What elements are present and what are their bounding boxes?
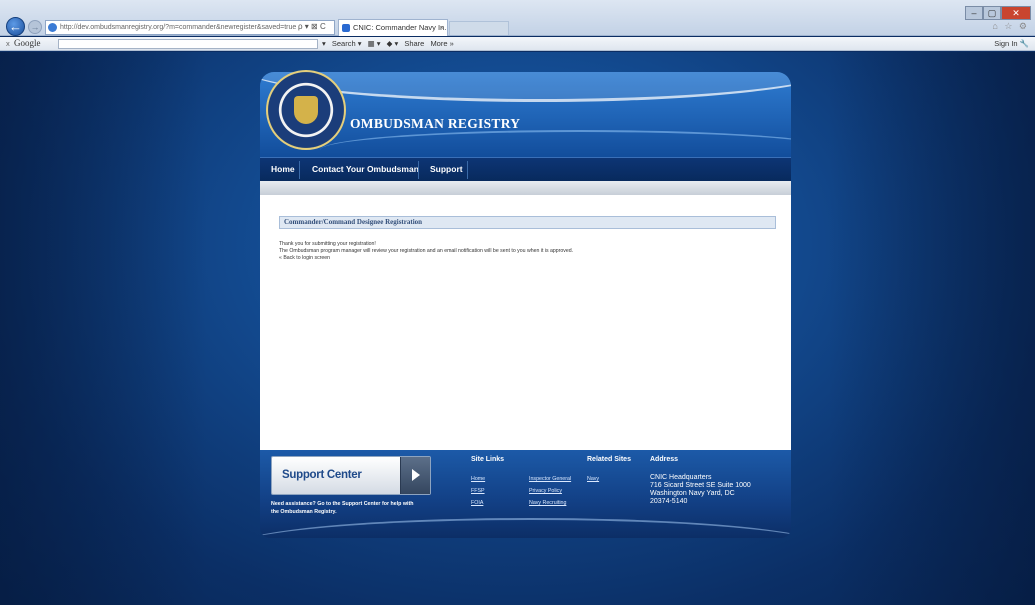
section-title: Commander/Command Designee Registration (279, 216, 776, 229)
window-controls: – ▢ ✕ (965, 3, 1031, 21)
review-message: The Ombudsman program manager will revie… (279, 248, 574, 254)
tab-favicon-icon (342, 24, 350, 32)
address-heading: Address (650, 456, 679, 463)
search-dropdown-icon[interactable]: ▾ (322, 39, 326, 48)
toolbar-search-button[interactable]: Search ▾ (332, 39, 362, 48)
address-line: Washington Navy Yard, DC (650, 490, 735, 497)
main-content: Commander/Command Designee Registration … (260, 195, 791, 450)
site-footer: Support Center Need assistance? Go to th… (260, 450, 791, 538)
address-url: http://dev.ombudsmanregistry.org/?m=comm… (60, 24, 297, 31)
navy-seal-logo (268, 72, 344, 148)
address-line: 20374-5140 (650, 498, 688, 505)
google-search-input[interactable] (58, 39, 318, 49)
close-icon[interactable]: ✕ (1001, 6, 1031, 20)
browser-titlebar: ← → http://dev.ombudsmanregistry.org/?m=… (0, 0, 1035, 36)
address-bar[interactable]: http://dev.ombudsmanregistry.org/?m=comm… (45, 20, 335, 35)
toolbar-items: ▾ Search ▾ ▦ ▾ ◆ ▾ Share More » (322, 37, 458, 50)
footer-link-navy[interactable]: Navy (587, 476, 599, 482)
nav-sub-band (260, 181, 791, 195)
footer-link-navy-recruiting[interactable]: Navy Recruiting (529, 500, 566, 506)
toolbar-item-3[interactable]: ◆ ▾ (387, 39, 399, 48)
site-title: OMBUDSMAN REGISTRY (350, 116, 521, 131)
footer-address: CNIC Headquarters 716 Sicard Street SE S… (650, 474, 751, 506)
footer-link-inspector-general[interactable]: Inspector General (529, 476, 571, 482)
browser-right-icons[interactable]: ⌂ ☆ ⚙ (992, 21, 1029, 32)
toolbar-share-button[interactable]: Share (404, 39, 424, 48)
site-links-heading: Site Links (471, 456, 505, 463)
tab-title: CNIC: Commander Navy In... (353, 23, 448, 32)
main-nav: Home Contact Your Ombudsman Support (260, 157, 791, 181)
minimize-icon[interactable]: – (965, 6, 983, 20)
maximize-icon[interactable]: ▢ (983, 6, 1001, 20)
toolbar-signin-link[interactable]: Sign In 🔧 (994, 37, 1029, 50)
support-center-label: Support Center (282, 469, 362, 481)
support-help-text: Need assistance? Go to the Support Cente… (271, 501, 414, 515)
address-line: CNIC Headquarters (650, 474, 712, 481)
address-line: 716 Sicard Street SE Suite 1000 (650, 482, 751, 489)
toolbar-item-2[interactable]: ▦ ▾ (368, 39, 381, 48)
nav-contact-ombudsman[interactable]: Contact Your Ombudsman (312, 158, 419, 182)
footer-link-foia[interactable]: FOIA (471, 500, 483, 506)
arrow-right-icon[interactable] (400, 457, 430, 494)
ie-page-icon (48, 23, 57, 32)
nav-home[interactable]: Home (271, 158, 295, 182)
back-to-login-link[interactable]: « Back to login screen (279, 255, 330, 261)
address-bar-buttons[interactable]: ρ ▾ ⊠ C (298, 22, 326, 31)
related-sites-heading: Related Sites (587, 456, 631, 463)
google-logo: Google (14, 38, 41, 48)
toolbar-more-button[interactable]: More » (430, 39, 453, 48)
footer-link-home[interactable]: Home (471, 476, 485, 482)
tab-close-icon[interactable]: × (440, 20, 444, 35)
google-toolbar: x Google ▾ Search ▾ ▦ ▾ ◆ ▾ Share More »… (0, 37, 1035, 51)
footer-link-ffsp[interactable]: FFSP (471, 488, 485, 494)
nav-support[interactable]: Support (430, 158, 463, 182)
confirmation-message: Thank you for submitting your registrati… (279, 241, 376, 247)
support-center-button[interactable]: Support Center (271, 456, 431, 495)
forward-arrow-icon[interactable]: → (28, 20, 42, 34)
toolbar-close-icon[interactable]: x (6, 37, 10, 50)
footer-link-privacy-policy[interactable]: Privacy Policy (529, 488, 562, 494)
tab-cnic[interactable]: CNIC: Commander Navy In... × (338, 19, 448, 36)
new-tab-button[interactable] (449, 21, 509, 35)
back-arrow-icon[interactable]: ← (6, 17, 25, 36)
